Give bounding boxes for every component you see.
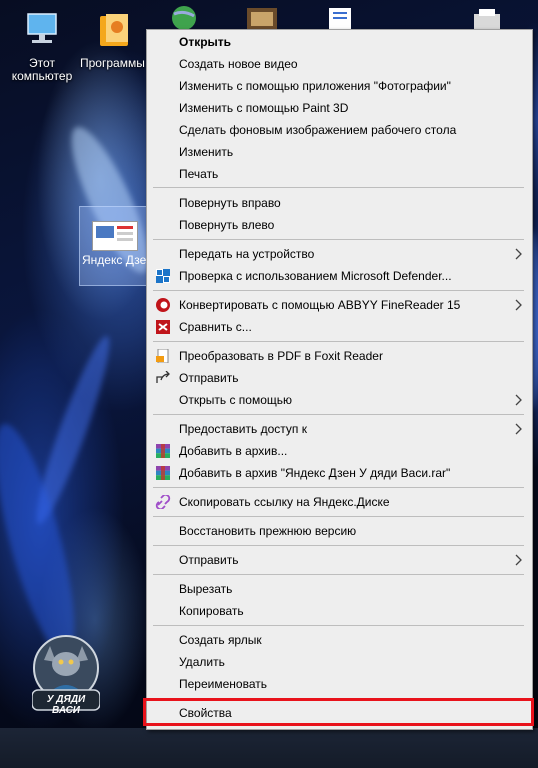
foxit-pdf-icon [156, 349, 169, 363]
menu-item-rename[interactable]: Переименовать [147, 673, 532, 695]
menu-item-label: Вырезать [179, 582, 233, 596]
menu-separator [153, 487, 524, 488]
defender-shield-icon [156, 269, 170, 283]
document-icon[interactable] [325, 6, 355, 30]
menu-item-label: Добавить в архив... [179, 444, 288, 458]
programs-folder-icon [100, 14, 128, 46]
menu-item-label: Копировать [179, 604, 244, 618]
menu-item-share[interactable]: Отправить [147, 367, 532, 389]
menu-item-label: Переименовать [179, 677, 267, 691]
menu-item-label: Изменить с помощью Paint 3D [179, 101, 349, 115]
menu-item-create-shortcut[interactable]: Создать ярлык [147, 629, 532, 651]
menu-separator [153, 545, 524, 546]
menu-item-print[interactable]: Печать [147, 163, 532, 185]
menu-item-cut[interactable]: Вырезать [147, 578, 532, 600]
menu-item-label: Повернуть влево [179, 218, 275, 232]
menu-item-label: Предоставить доступ к [179, 422, 307, 436]
menu-item-rotate-right[interactable]: Повернуть вправо [147, 192, 532, 214]
menu-separator [153, 625, 524, 626]
uncle-vasya-logo[interactable]: У ДЯДИ ВАСИ [31, 632, 101, 716]
menu-item-label: Скопировать ссылку на Яндекс.Диске [179, 495, 390, 509]
share-icon [156, 371, 170, 383]
menu-item-send-to[interactable]: Отправить [147, 549, 532, 571]
globe-icon[interactable] [166, 4, 202, 30]
menu-item-edit[interactable]: Изменить [147, 141, 532, 163]
chevron-right-icon [515, 554, 522, 566]
video-file-icon[interactable] [245, 6, 279, 30]
menu-item-label: Изменить [179, 145, 234, 159]
chevron-right-icon [515, 394, 522, 406]
winrar-icon [156, 444, 170, 458]
menu-item-label: Сделать фоновым изображением рабочего ст… [179, 123, 457, 137]
menu-item-compare[interactable]: Сравнить с... [147, 316, 532, 338]
printer-icon[interactable] [470, 8, 504, 30]
menu-item-label: Удалить [179, 655, 225, 669]
menu-item-add-to-rar[interactable]: Добавить в архив "Яндекс Дзен У дяди Вас… [147, 462, 532, 484]
menu-item-abbyy-convert[interactable]: Конвертировать с помощью ABBYY FineReade… [147, 294, 532, 316]
menu-item-restore-previous[interactable]: Восстановить прежнюю версию [147, 520, 532, 542]
chevron-right-icon [515, 299, 522, 311]
chevron-right-icon [515, 423, 522, 435]
menu-item-label: Добавить в архив "Яндекс Дзен У дяди Вас… [179, 466, 451, 480]
menu-item-set-wallpaper[interactable]: Сделать фоновым изображением рабочего ст… [147, 119, 532, 141]
menu-item-delete[interactable]: Удалить [147, 651, 532, 673]
menu-item-label: Отправить [179, 371, 239, 385]
menu-item-label: Конвертировать с помощью ABBYY FineReade… [179, 298, 461, 312]
menu-item-label: Печать [179, 167, 219, 181]
abbyy-icon [156, 298, 170, 312]
winrar-icon [156, 466, 170, 480]
menu-item-label: Восстановить прежнюю версию [179, 524, 357, 538]
menu-item-open-with[interactable]: Открыть с помощью [147, 389, 532, 411]
menu-separator [153, 187, 524, 188]
image-thumbnail [92, 221, 138, 251]
compare-icon [156, 320, 170, 334]
menu-item-label: Сравнить с... [179, 320, 252, 334]
menu-separator [153, 341, 524, 342]
context-menu: Открыть Создать новое видео Изменить с п… [146, 29, 533, 730]
menu-item-rotate-left[interactable]: Повернуть влево [147, 214, 532, 236]
menu-separator [153, 239, 524, 240]
menu-item-add-to-archive[interactable]: Добавить в архив... [147, 440, 532, 462]
menu-item-label: Проверка с использованием Microsoft Defe… [179, 269, 452, 283]
logo-text: У ДЯДИ ВАСИ [46, 694, 86, 716]
menu-separator [153, 574, 524, 575]
desktop-icon-programs[interactable]: Программы [72, 10, 156, 70]
selected-file-label: Яндекс Дзен У дяди Васи [82, 253, 152, 267]
menu-separator [153, 414, 524, 415]
menu-item-copy[interactable]: Копировать [147, 600, 532, 622]
menu-item-label: Изменить с помощью приложения "Фотографи… [179, 79, 451, 93]
menu-item-label: Открыть с помощью [179, 393, 293, 407]
menu-separator [153, 516, 524, 517]
menu-item-give-access[interactable]: Предоставить доступ к [147, 418, 532, 440]
menu-item-label: Передать на устройство [179, 247, 315, 261]
taskbar [0, 728, 538, 768]
menu-item-label: Создать ярлык [179, 633, 262, 647]
menu-item-foxit-pdf[interactable]: Преобразовать в PDF в Foxit Reader [147, 345, 532, 367]
chevron-right-icon [515, 248, 522, 260]
desktop-icon-label: Программы [80, 56, 145, 70]
menu-item-label: Открыть [179, 35, 232, 49]
selected-image-file[interactable]: Яндекс Дзен У дяди Васи [79, 206, 152, 286]
properties-highlight-frame [143, 698, 534, 726]
menu-item-yandex-disk-link[interactable]: Скопировать ссылку на Яндекс.Диске [147, 491, 532, 513]
yandex-disk-link-icon [155, 495, 171, 509]
menu-item-label: Преобразовать в PDF в Foxit Reader [179, 349, 383, 363]
menu-item-defender-scan[interactable]: Проверка с использованием Microsoft Defe… [147, 265, 532, 287]
menu-item-create-video[interactable]: Создать новое видео [147, 53, 532, 75]
menu-item-label: Отправить [179, 553, 239, 567]
menu-item-label: Повернуть вправо [179, 196, 281, 210]
menu-separator [153, 290, 524, 291]
menu-item-edit-paint3d[interactable]: Изменить с помощью Paint 3D [147, 97, 532, 119]
computer-icon [27, 13, 57, 43]
menu-item-cast-to-device[interactable]: Передать на устройство [147, 243, 532, 265]
menu-item-edit-photos[interactable]: Изменить с помощью приложения "Фотографи… [147, 75, 532, 97]
menu-item-label: Создать новое видео [179, 57, 298, 71]
menu-item-open[interactable]: Открыть [147, 31, 532, 53]
